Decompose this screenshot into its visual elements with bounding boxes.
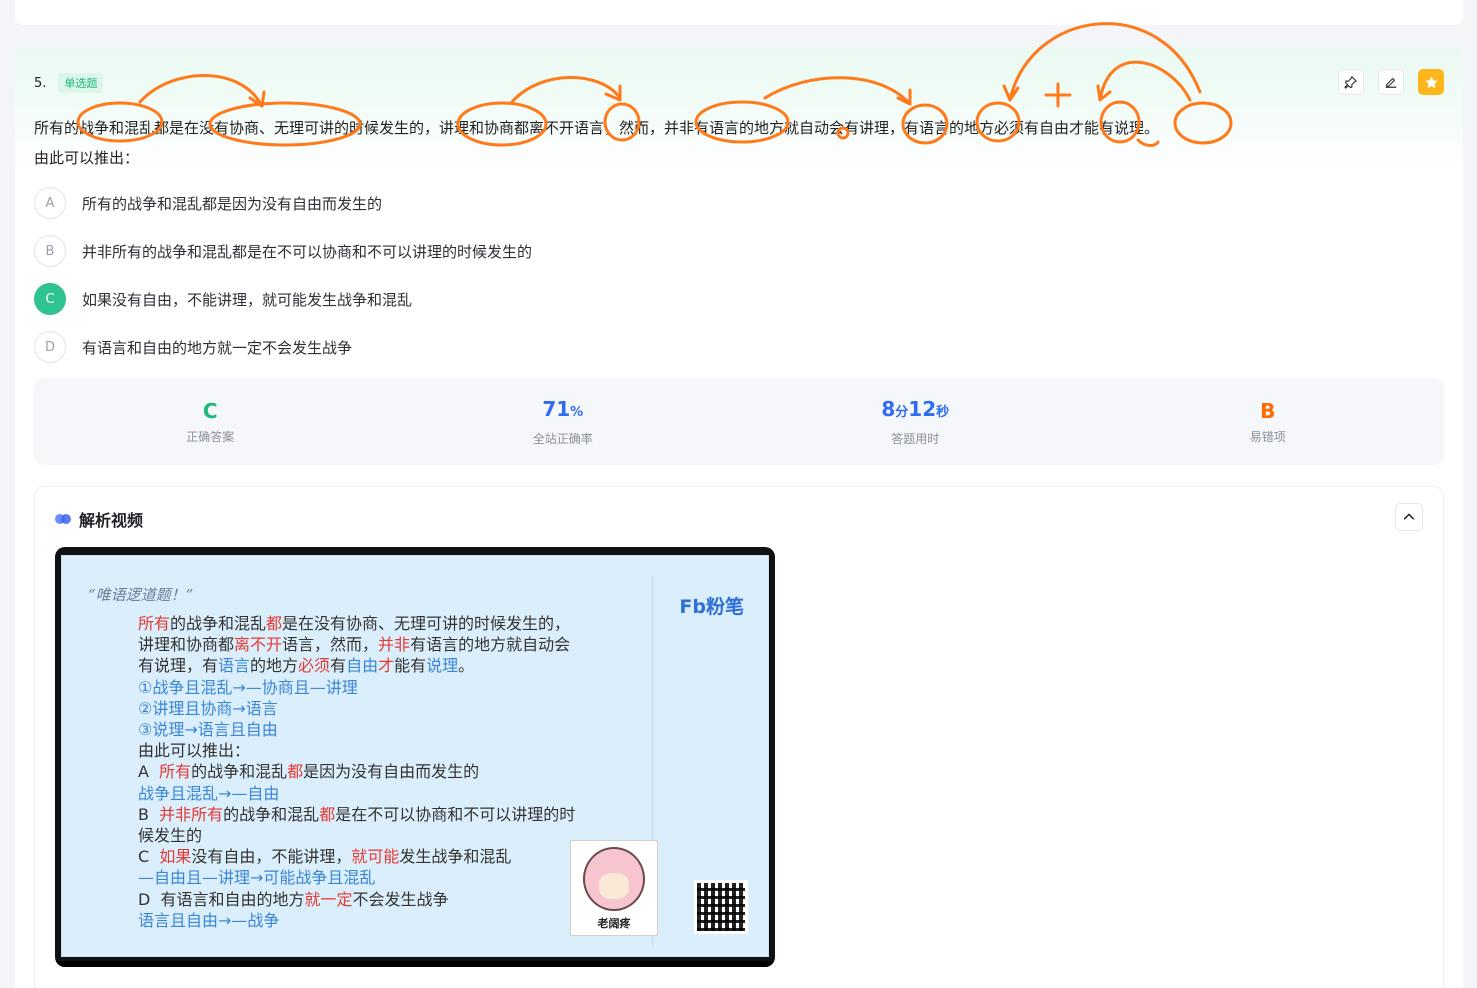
- question-header: 5. 单选题: [34, 73, 104, 93]
- avatar-face: [583, 847, 645, 911]
- option-a[interactable]: A 所有的战争和混乱都是因为没有自由而发生的: [34, 187, 532, 219]
- accuracy-label: 全站正确率: [532, 432, 593, 446]
- option-text: 所有的战争和混乱都是因为没有自由而发生的: [82, 194, 383, 213]
- option-text: 如果没有自由，不能讲理，就可能发生战争和混乱: [82, 290, 413, 309]
- question-card: 5. 单选题 所有的战争和混乱都是在没有协商、无理可讲的时候发生的，讲理和协商都…: [15, 47, 1463, 988]
- video-frame-slide: “唯语逻道题！” Fb粉笔 所有的战争和混乱都是在没有协商、无理可讲的时候发生的…: [61, 555, 769, 957]
- option-letter: A: [34, 187, 66, 219]
- accuracy-unit: %: [570, 405, 584, 420]
- pin-button[interactable]: [1338, 69, 1364, 95]
- option-letter: B: [34, 235, 66, 267]
- edit-icon: [1385, 77, 1397, 88]
- accuracy-value: 71%: [542, 396, 583, 426]
- time-value: 8分12秒: [881, 396, 949, 426]
- question-prompt: 由此可以推出：: [34, 149, 140, 167]
- option-letter: D: [34, 331, 66, 363]
- favorite-button[interactable]: [1418, 69, 1444, 95]
- qr-code-image: [694, 880, 748, 934]
- question-stem: 所有的战争和混乱都是在没有协商、无理可讲的时候发生的，讲理和协商都离不开语言，然…: [34, 113, 1159, 173]
- stat-time: 8分12秒 答题用时: [739, 378, 1092, 465]
- option-c[interactable]: C 如果没有自由，不能讲理，就可能发生战争和混乱: [34, 283, 532, 315]
- correct-answer-label: 正确答案: [186, 430, 235, 444]
- teacher-avatar-sticker: 老阔疼: [570, 840, 658, 936]
- correct-answer-value: C: [202, 399, 218, 423]
- stat-accuracy: 71% 全站正确率: [387, 378, 740, 465]
- stat-correct-answer: C 正确答案: [34, 378, 387, 465]
- option-b[interactable]: B 并非所有的战争和混乱都是在不可以协商和不可以讲理的时候发生的: [34, 235, 532, 267]
- stat-common-wrong: B 易错项: [1092, 378, 1445, 465]
- pin-icon: [1344, 76, 1357, 89]
- slide-handwriting: “唯语逻道题！”: [88, 586, 194, 604]
- option-list: A 所有的战争和混乱都是因为没有自由而发生的 B 并非所有的战争和混乱都是在不可…: [34, 187, 532, 379]
- time-minutes: 8: [881, 397, 896, 421]
- common-wrong-value: B: [1260, 399, 1276, 423]
- question-type-badge: 单选题: [58, 73, 104, 93]
- section-dot-icon: [55, 514, 71, 524]
- analysis-video-title-text: 解析视频: [79, 511, 144, 530]
- common-wrong-label: 易错项: [1249, 430, 1286, 444]
- question-stem-text: 所有的战争和混乱都是在没有协商、无理可讲的时候发生的，讲理和协商都离不开语言，然…: [34, 119, 1160, 137]
- star-icon: [1424, 75, 1438, 88]
- time-seconds: 12: [908, 397, 937, 421]
- slide-text: 所有的战争和混乱都是在没有协商、无理可讲的时候发生的， 讲理和协商都离不开语言，…: [138, 614, 576, 930]
- edit-note-button[interactable]: [1378, 69, 1404, 95]
- time-sec-unit: 秒: [936, 405, 950, 420]
- answer-stats-panel: C 正确答案 71% 全站正确率 8分12秒 答题用时 B 易错项: [34, 378, 1444, 465]
- option-letter: C: [34, 283, 66, 315]
- time-label: 答题用时: [891, 432, 940, 446]
- accuracy-number: 71: [542, 397, 571, 421]
- fenbi-logo: Fb粉笔: [679, 596, 744, 618]
- player-bottom-bar: [55, 961, 775, 967]
- avatar-name: 老阔疼: [597, 917, 631, 930]
- option-d[interactable]: D 有语言和自由的地方就一定不会发生战争: [34, 331, 532, 363]
- analysis-video-section: 解析视频 “唯语逻道题！” Fb粉笔 所有的战争和混乱都是在没有协商、无理可讲的…: [34, 486, 1444, 988]
- time-min-unit: 分: [895, 405, 909, 420]
- question-number: 5.: [34, 75, 47, 91]
- question-toolbar: [1338, 69, 1444, 95]
- video-player[interactable]: “唯语逻道题！” Fb粉笔 所有的战争和混乱都是在没有协商、无理可讲的时候发生的…: [55, 547, 775, 967]
- option-text: 有语言和自由的地方就一定不会发生战争: [82, 338, 353, 357]
- previous-card: [15, 0, 1463, 25]
- analysis-video-title: 解析视频: [55, 507, 143, 531]
- collapse-button[interactable]: [1395, 503, 1423, 531]
- option-text: 并非所有的战争和混乱都是在不可以协商和不可以讲理的时候发生的: [82, 242, 533, 261]
- chevron-up-icon: [1403, 513, 1415, 520]
